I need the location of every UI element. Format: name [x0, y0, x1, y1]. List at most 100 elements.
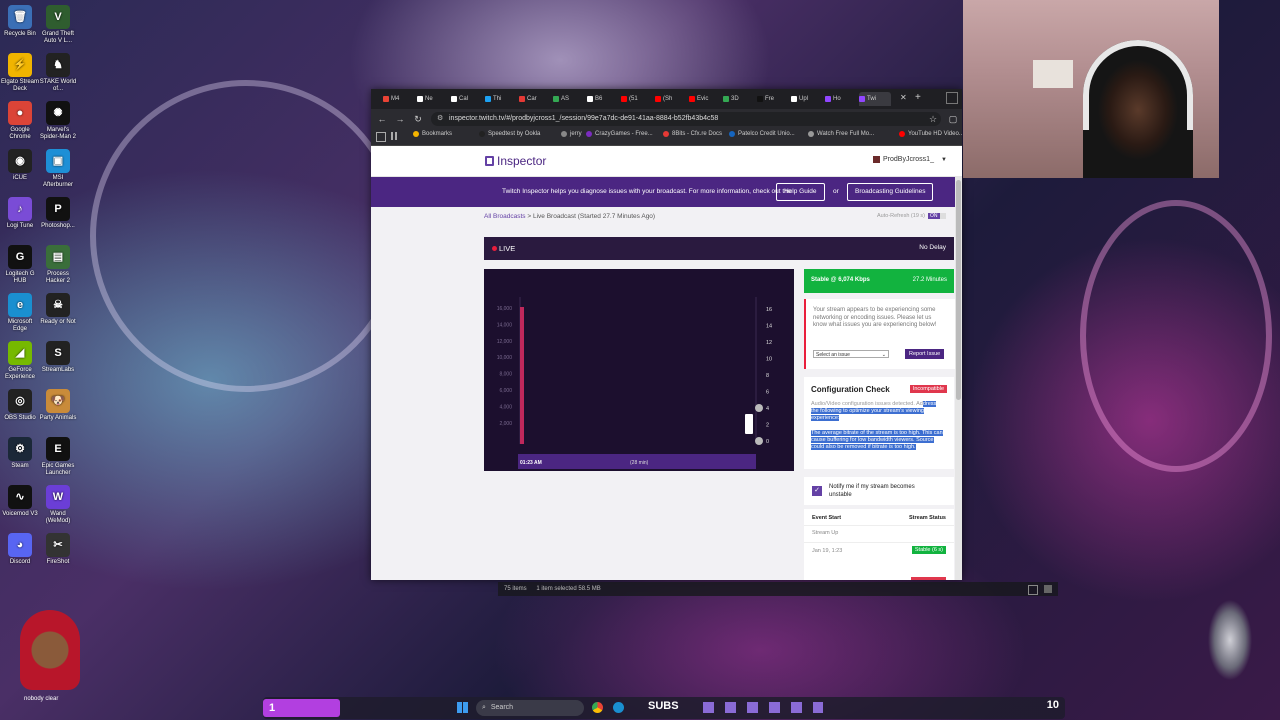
inspector-logo[interactable]: Inspector — [485, 154, 546, 168]
site-info-icon[interactable]: ⚙ — [437, 112, 443, 126]
auto-refresh-toggle[interactable]: ON — [928, 213, 946, 219]
bookmark-item[interactable]: jerry — [561, 131, 582, 137]
bookmark-item[interactable]: Watch Free Full Mo... — [808, 131, 874, 137]
apps-icon[interactable] — [376, 132, 386, 142]
browser-tab[interactable]: Evic — [689, 92, 721, 106]
chevron-down-icon: ▼ — [940, 156, 947, 163]
desktop-icon-voicemod-v3[interactable]: ∿ Voicemod V3 — [0, 485, 40, 518]
tab-label: Thi — [493, 96, 502, 102]
y-left-tick-label: 10,000 — [497, 355, 513, 361]
edge-taskbar-icon[interactable] — [613, 702, 624, 713]
browser-tab[interactable]: Upl — [791, 92, 823, 106]
browser-tab[interactable]: (51 — [621, 92, 653, 106]
desktop-icon-wand-wemod[interactable]: W Wand (WeMod) — [38, 485, 78, 525]
browser-tab[interactable]: Fre — [757, 92, 789, 106]
start-icon[interactable] — [457, 702, 468, 713]
browser-tab[interactable]: 3D — [723, 92, 755, 106]
incompatible-badge: Incompatible — [909, 385, 947, 393]
desktop-icon-logitech-g-hub[interactable]: G Logitech G HUB — [0, 245, 40, 285]
report-issue-button[interactable]: Report Issue — [905, 349, 945, 359]
desktop-icon-geforce-experience[interactable]: ◢ GeForce Experience — [0, 341, 40, 381]
forward-icon[interactable]: → — [394, 113, 406, 125]
browser-tab[interactable]: Ne — [417, 92, 449, 106]
notify-checkbox[interactable]: ✓ — [812, 486, 822, 496]
desktop-icon-steam[interactable]: ⚙ Steam — [0, 437, 40, 470]
bookmark-item[interactable]: Bookmarks — [413, 131, 452, 137]
broadcasting-guidelines-button[interactable]: Broadcasting Guidelines — [847, 183, 934, 201]
browser-tab[interactable]: AS — [553, 92, 585, 106]
tab-label: Car — [527, 96, 537, 102]
y-right-tick-label: 16 — [766, 307, 772, 313]
bookmark-item[interactable]: 8Bits - Cfx.re Docs — [663, 131, 722, 137]
new-tab-button[interactable]: + — [915, 92, 921, 103]
desktop-icon-label: MSI Afterburner — [42, 175, 73, 188]
bookmark-star-icon[interactable]: ☆ — [927, 113, 939, 125]
back-icon[interactable]: ← — [376, 113, 388, 125]
y-left-tick-label: 8,000 — [499, 372, 512, 378]
search-icon: ⌕ — [482, 704, 486, 711]
desktop-icon-recycle-bin[interactable]: 🗑 Recycle Bin — [0, 5, 40, 38]
desktop-icon-marvel-s-spider-man-2[interactable]: ✺ Marvel's Spider-Man 2 — [38, 101, 78, 141]
user-menu[interactable]: ProdByJcross1_ ▼ — [873, 156, 947, 163]
twitch-glitch-icon — [485, 156, 494, 166]
bitrate-series-bar — [520, 307, 524, 444]
bookmark-item[interactable]: CrazyGames - Free... — [586, 131, 653, 137]
search-box[interactable]: ⌕ Search — [476, 700, 584, 716]
desktop-icon-process-hacker-2[interactable]: ▤ Process Hacker 2 — [38, 245, 78, 285]
desktop-icon-elgato-stream-deck[interactable]: ⚡ Elgato Stream Deck — [0, 53, 40, 93]
desktop-icon-obs-studio[interactable]: ◎ OBS Studio — [0, 389, 40, 422]
browser-tab[interactable]: Ho — [825, 92, 857, 106]
desktop-icon-icue[interactable]: ◉ iCUE — [0, 149, 40, 182]
desktop-icon-streamlabs[interactable]: S StreamLabs — [38, 341, 78, 374]
app-icon: 🗑 — [8, 5, 32, 29]
desktop-icon-party-animals[interactable]: 🐶 Party Animals — [38, 389, 78, 422]
desktop-icon-fireshot[interactable]: ✂ FireShot — [38, 533, 78, 566]
issue-select[interactable]: Select an issue ⌄ — [813, 350, 889, 358]
desktop-icon-epic-games-launcher[interactable]: E Epic Games Launcher — [38, 437, 78, 477]
desktop-icon-discord[interactable]: ◕ Discord — [0, 533, 40, 566]
desktop-icon-label: Discord — [9, 559, 31, 565]
breadcrumb-current: Live Broadcast (Started 27.7 Minutes Ago… — [532, 213, 656, 220]
bookmark-item[interactable]: YouTube HD Video... — [899, 131, 962, 137]
y-left-tick-label: 4,000 — [499, 404, 512, 410]
desktop-icon-label: FireShot — [46, 559, 70, 565]
help-guide-button[interactable]: Help Guide — [776, 183, 825, 201]
desktop-icon-microsoft-edge[interactable]: e Microsoft Edge — [0, 293, 40, 333]
address-bar[interactable]: ⚙ inspector.twitch.tv/#/prodbyjcross1_/s… — [431, 112, 941, 126]
desktop-icon-logi-tune[interactable]: ♪ Logi Tune — [0, 197, 40, 230]
bookmark-item[interactable]: Speedtest by Ookla — [479, 131, 540, 137]
browser-tab[interactable]: Cal — [451, 92, 483, 106]
desktop-icon-photoshop[interactable]: P Photoshop... — [38, 197, 78, 230]
bookmark-item[interactable]: Patelco Credit Unio... — [729, 131, 795, 137]
desktop-icon-grand-theft-auto-v-l[interactable]: V Grand Theft Auto V L... — [38, 5, 78, 45]
desktop-icon-label: OBS Studio — [4, 415, 36, 421]
app-icon: 🐶 — [46, 389, 70, 413]
chrome-taskbar-icon[interactable] — [592, 702, 603, 713]
reload-icon[interactable]: ↻ — [412, 113, 424, 125]
extensions-icon[interactable]: ▢ — [947, 113, 959, 125]
browser-tab[interactable]: M4 — [383, 92, 415, 106]
y-left-tick-label: 2,000 — [499, 421, 512, 427]
page-scrollbar[interactable] — [955, 177, 962, 580]
taskbar-app-icons[interactable] — [703, 702, 823, 713]
window-controls[interactable] — [946, 92, 958, 104]
close-tab-icon[interactable]: ✕ — [900, 93, 907, 102]
webcam-shelf — [1033, 60, 1073, 88]
desktop-icon-ready-or-not[interactable]: ☠ Ready or Not — [38, 293, 78, 326]
grid-icon[interactable] — [391, 132, 399, 140]
browser-tab[interactable]: Car — [519, 92, 551, 106]
breadcrumb-all-broadcasts[interactable]: All Broadcasts — [484, 213, 526, 220]
desktop-icon-google-chrome[interactable]: ● Google Chrome — [0, 101, 40, 141]
browser-tab[interactable]: Twi — [859, 92, 891, 106]
browser-tab[interactable]: B6 — [587, 92, 619, 106]
tiles-view-icon[interactable] — [1044, 585, 1052, 593]
details-view-icon[interactable] — [1028, 585, 1038, 595]
tab-label: B6 — [595, 96, 603, 102]
app-icon: ✂ — [46, 533, 70, 557]
desktop-icon-stake-world-of[interactable]: ♞ STAKE World of... — [38, 53, 78, 93]
scrollbar-thumb[interactable] — [956, 180, 961, 400]
tab-favicon-icon — [825, 96, 831, 102]
browser-tab[interactable]: (Sh — [655, 92, 687, 106]
desktop-icon-msi-afterburner[interactable]: ▣ MSI Afterburner — [38, 149, 78, 189]
browser-tab[interactable]: Thi — [485, 92, 517, 106]
